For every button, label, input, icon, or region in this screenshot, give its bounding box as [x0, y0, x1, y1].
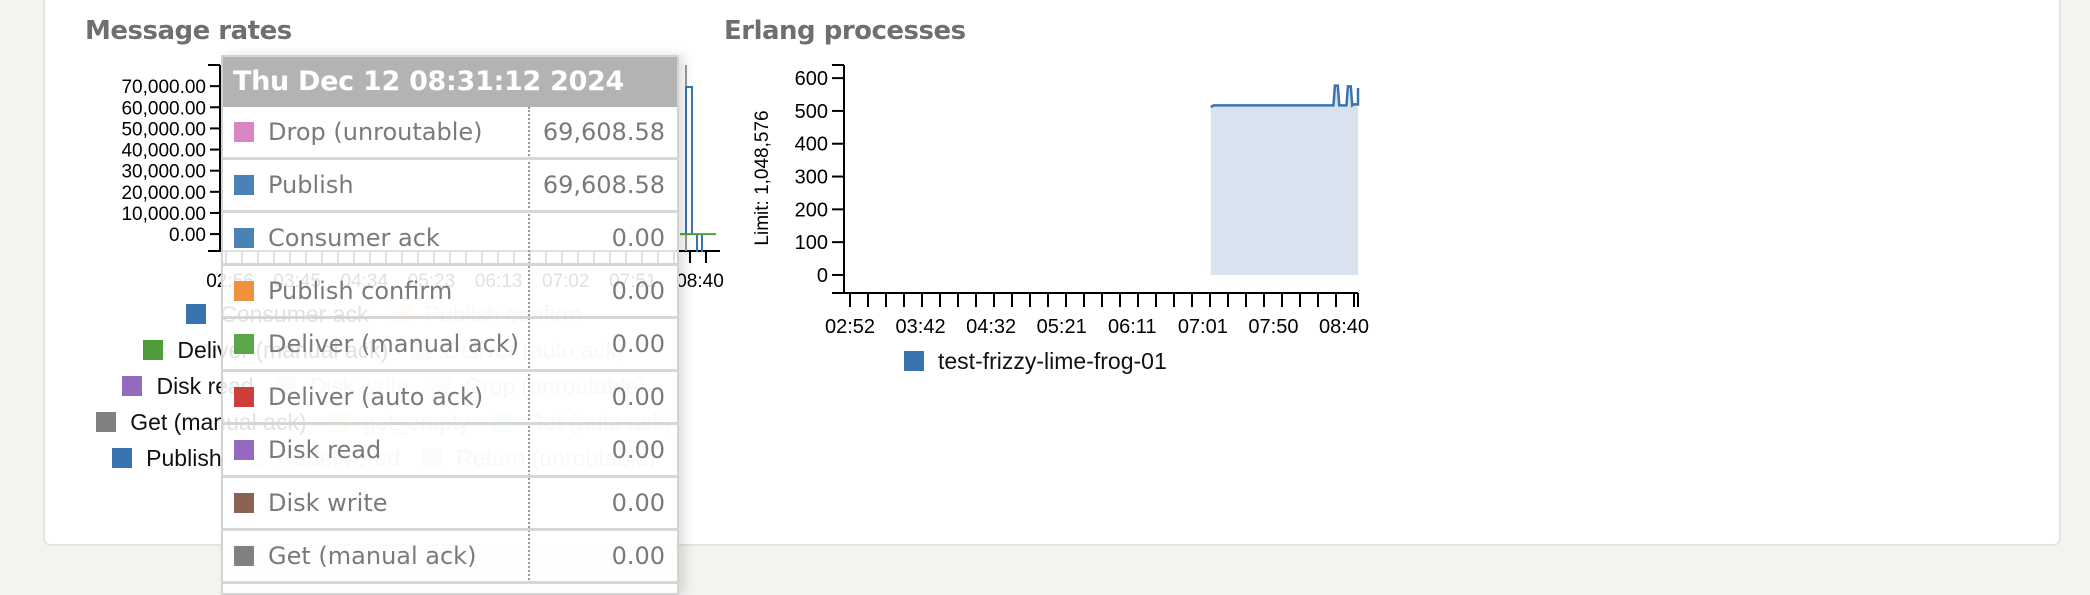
tooltip-table: Drop (unroutable) 69,608.58 Publish 69,608.…	[223, 107, 677, 584]
tooltip-swatch	[234, 546, 254, 566]
x-tick-label: 07:50	[1248, 316, 1298, 338]
y-tick-label: 0.00	[169, 225, 206, 246]
series-line-publish	[685, 85, 703, 253]
x-tick-label: 08:40	[1319, 316, 1369, 338]
tooltip-row: Get (manual ack) 0.00	[223, 531, 677, 584]
tooltip-row: Deliver (auto ack) 0.00	[223, 372, 677, 425]
tooltip-value: 0.00	[611, 436, 665, 464]
y-tick-label: 300	[795, 167, 828, 189]
y-tick-label: 30,000.00	[121, 162, 206, 183]
tooltip-swatch	[234, 175, 254, 195]
tooltip-label: Get (manual ack)	[268, 542, 477, 570]
tooltip-swatch	[234, 281, 254, 301]
tooltip-label: Disk read	[268, 436, 382, 464]
legend-swatch	[143, 340, 164, 360]
tooltip-timestamp: Thu Dec 12 08:31:12 2024	[223, 57, 677, 107]
tooltip-row: Publish 69,608.58	[223, 160, 677, 213]
x-tick-label: 03:42	[896, 316, 946, 338]
tooltip-value: 0.00	[611, 542, 665, 570]
y-tick-label: 500	[795, 101, 828, 123]
y-tick-label: 40,000.00	[121, 141, 206, 162]
y-tick-label: 400	[795, 134, 828, 156]
tooltip-value: 0.00	[611, 489, 665, 517]
x-tick-label: 06:11	[1108, 316, 1157, 338]
tooltip-row: Consumer ack 0.00	[223, 213, 677, 266]
tooltip-label: Publish confirm	[268, 277, 453, 305]
tooltip-row: Disk read 0.00	[223, 425, 677, 478]
y-axis-label: Limit: 1,048,576	[752, 110, 773, 245]
tooltip-swatch	[234, 228, 254, 248]
tooltip-value: 69,608.58	[542, 118, 665, 146]
x-tick-label: 07:01	[1178, 316, 1228, 338]
legend-label: test-frizzy-lime-frog-01	[938, 347, 1167, 374]
y-tick-label: 100	[795, 232, 828, 254]
tooltip-value: 0.00	[611, 330, 665, 358]
legend-swatch	[112, 448, 133, 468]
legend-label: Publish	[146, 444, 222, 471]
y-tick-label: 50,000.00	[121, 119, 206, 140]
x-tick-label: 05:21	[1037, 316, 1087, 338]
x-tick-label: 04:32	[966, 316, 1016, 338]
tooltip-swatch	[234, 122, 254, 142]
tooltip-value: 0.00	[611, 224, 665, 252]
tooltip-row: Disk write 0.00	[223, 478, 677, 531]
tooltip-label: Consumer ack	[268, 224, 440, 252]
tooltip-swatch	[234, 334, 254, 354]
y-tick-label: 20,000.00	[121, 183, 206, 204]
legend-swatch	[186, 304, 207, 324]
x-tick-label: 08:40	[676, 271, 724, 290]
y-tick-label: 70,000.00	[121, 77, 206, 98]
erlang-legend: test-frizzy-lime-frog-01	[904, 348, 1189, 374]
tooltip-swatch	[234, 440, 254, 460]
legend-swatch	[122, 376, 143, 396]
legend-swatch	[96, 412, 117, 432]
tooltip-swatch	[234, 493, 254, 513]
tooltip-value: 0.00	[611, 277, 665, 305]
chart-tooltip: Thu Dec 12 08:31:12 2024 Drop (unroutabl…	[221, 55, 679, 595]
tooltip-label: Drop (unroutable)	[268, 118, 483, 146]
y-tick-label: 60,000.00	[121, 98, 206, 119]
series-area	[1210, 85, 1358, 275]
y-tick-label: 200	[795, 199, 828, 221]
x-tick-label: 02:52	[825, 316, 875, 338]
tooltip-label: Publish	[268, 171, 354, 199]
tooltip-label: Deliver (auto ack)	[268, 383, 484, 411]
tooltip-value: 69,608.58	[542, 171, 665, 199]
legend-item[interactable]: test-frizzy-lime-frog-01	[904, 348, 1167, 375]
tooltip-row: Deliver (manual ack) 0.00	[223, 319, 677, 372]
tooltip-row: Drop (unroutable) 69,608.58	[223, 107, 677, 160]
y-tick-label: 0	[817, 265, 828, 287]
legend-item[interactable]: Publish	[112, 444, 222, 472]
y-tick-label: 600	[795, 68, 828, 90]
tooltip-row: Publish confirm 0.00	[223, 266, 677, 319]
tooltip-value: 0.00	[611, 383, 665, 411]
erlang-processes-chart: Limit: 1,048,576 600 500 400 300 200 100 0 02:52…	[752, 64, 1369, 338]
y-tick-label: 10,000.00	[121, 204, 206, 225]
legend-swatch	[904, 351, 924, 371]
tooltip-label: Deliver (manual ack)	[268, 330, 520, 358]
tooltip-swatch	[234, 387, 254, 407]
tooltip-label: Disk write	[268, 489, 388, 517]
